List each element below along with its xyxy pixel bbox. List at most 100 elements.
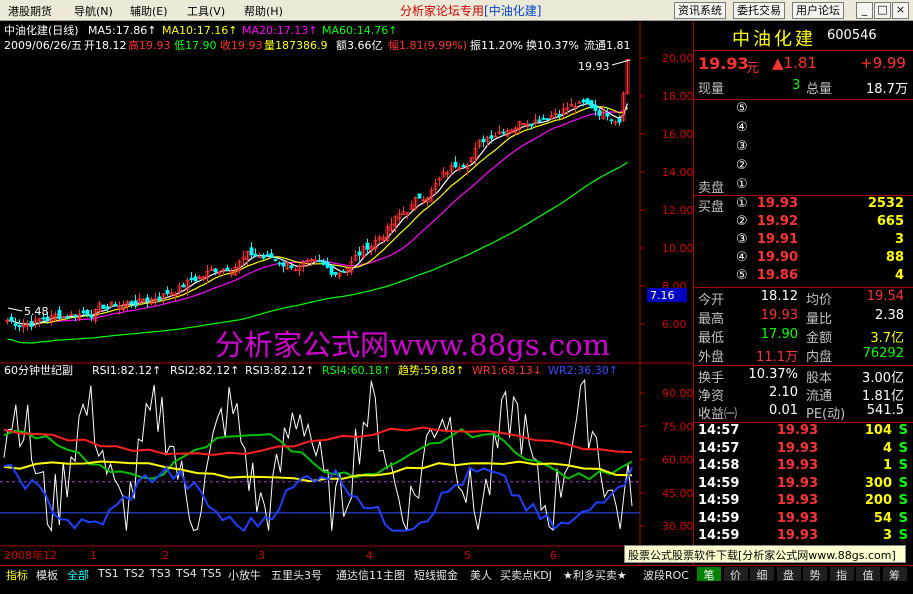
zongliang-label: 总量 xyxy=(806,82,833,97)
panel-tab[interactable]: 指 xyxy=(829,567,854,582)
tick-volume: 54 xyxy=(873,510,892,526)
header-amplitude: 振11.20% xyxy=(470,38,523,52)
header-high: 高19.93 xyxy=(128,38,171,52)
panel-tab[interactable]: 细 xyxy=(750,567,774,582)
candle-body xyxy=(593,104,598,111)
price-change: ▲1.81 xyxy=(772,54,817,72)
bottom-tab[interactable]: 美人 xyxy=(470,567,492,582)
ma5-label: MA5:17.86↑ xyxy=(88,24,156,37)
stat-label: 净资 xyxy=(698,389,725,404)
panel-tab[interactable]: 势 xyxy=(803,567,827,582)
sub-chart-name: 60分钟世纪副 xyxy=(4,363,73,377)
trend-label: 趋势:59.88↑ xyxy=(398,364,464,377)
panel-tab[interactable]: 价 xyxy=(723,567,748,582)
bottom-tab[interactable]: 通达信11主图 xyxy=(336,567,405,582)
candle-body xyxy=(265,254,270,257)
panel-tab[interactable]: 盘 xyxy=(776,567,801,582)
maximize-icon[interactable]: □ xyxy=(874,2,891,19)
candle-body xyxy=(249,247,254,256)
minimize-icon[interactable]: _ xyxy=(856,2,873,19)
bottom-tab[interactable]: 短线掘金 xyxy=(414,567,458,582)
buy-row: ② 19.92 665 xyxy=(694,214,913,233)
stat-label: PE(动) xyxy=(806,407,846,422)
menu-gangu[interactable]: 港股期货 xyxy=(8,3,52,19)
candle-body xyxy=(277,262,282,265)
bottom-tab[interactable]: TS4 xyxy=(176,567,197,581)
candle-body xyxy=(605,112,610,117)
trade-button[interactable]: 委托交易 xyxy=(733,2,785,19)
news-system-button[interactable]: 资讯系统 xyxy=(674,2,726,19)
ma20-label: MA20:17.13↑ xyxy=(242,24,317,37)
tick-volume: 3 xyxy=(882,528,892,543)
bottom-tab[interactable]: 全部 xyxy=(67,567,89,582)
time-axis-month-4: 4 xyxy=(366,549,373,562)
bottom-tab[interactable]: 买卖点KDJ xyxy=(500,567,552,582)
tick-price: 19.93 xyxy=(776,510,818,526)
menu-assist[interactable]: 辅助(E) xyxy=(130,3,168,19)
panel-tab[interactable]: 值 xyxy=(856,567,880,582)
stat-value: 1.81亿 xyxy=(862,389,904,404)
time-axis-year: 2008年12 xyxy=(4,548,57,562)
bottom-tab[interactable]: 波段ROC xyxy=(643,567,689,582)
window-title: 分析家论坛专用[中油化建] xyxy=(400,4,542,18)
candle-body xyxy=(341,270,346,273)
bottom-tab[interactable]: 指标 xyxy=(6,567,28,582)
sell-row: ② xyxy=(694,158,913,177)
ad-bar[interactable]: 股票公式股票软件下载[分析家公式网www.88gs.com] xyxy=(624,545,906,563)
header-range: 幅1.81(9.99%) xyxy=(388,39,467,52)
sub-tick-label: 45.00 xyxy=(662,487,693,500)
menu-tools[interactable]: 工具(V) xyxy=(187,3,225,19)
price-pct: +9.99 xyxy=(860,54,906,72)
bottom-tab[interactable]: TS1 xyxy=(98,567,119,581)
header-low: 低17.90 xyxy=(174,39,217,52)
tick-row: 14:57 19.93 104 S xyxy=(694,423,913,442)
buy-volume: 2532 xyxy=(867,196,904,211)
stat-label: 内盘 xyxy=(806,350,833,365)
header-open: 开18.12 xyxy=(84,39,127,52)
panel-tab[interactable]: 筹 xyxy=(882,567,907,582)
tick-row: 14:58 19.93 1 S xyxy=(694,458,913,477)
bottom-tab[interactable]: TS3 xyxy=(150,567,171,581)
candle-body xyxy=(17,325,22,328)
bottom-tab[interactable]: 模板 xyxy=(36,567,58,582)
bottom-tab[interactable]: ★利多买卖★ xyxy=(563,567,627,582)
chart-name: 中油化建(日线) xyxy=(4,23,79,37)
menu-help[interactable]: 帮助(H) xyxy=(244,3,283,19)
candle-body xyxy=(325,261,330,268)
stat-label: 换手 xyxy=(698,371,725,386)
time-axis-month-2: 2 xyxy=(162,549,169,562)
stat-value: 3.00亿 xyxy=(862,371,904,386)
tick-side: S xyxy=(898,510,908,526)
menu-navigate[interactable]: 导航(N) xyxy=(74,3,113,19)
candle-body xyxy=(281,262,286,267)
stat-value: 0.01 xyxy=(769,403,798,418)
forum-button[interactable]: 用户论坛 xyxy=(792,2,844,19)
bottom-tab[interactable]: TS5 xyxy=(201,567,222,581)
tick-side: S xyxy=(898,493,908,508)
chart-area[interactable]: 20.0018.0016.0014.0012.0010.008.006.0090… xyxy=(0,22,693,567)
high-annotation: 19.93 xyxy=(578,60,610,73)
panel-tab[interactable]: 笔 xyxy=(697,567,721,582)
tick-time: 14:59 xyxy=(698,493,740,508)
bottom-tab[interactable]: 小放牛 xyxy=(228,567,261,582)
buy-level-label: ⑤ xyxy=(736,268,748,283)
sub-tick-label: 30.00 xyxy=(662,520,693,533)
tick-side: S xyxy=(898,475,908,491)
stock-code: 600546 xyxy=(827,28,877,43)
candle-body xyxy=(581,99,586,103)
candle-body xyxy=(321,261,326,265)
candle-body xyxy=(329,265,334,275)
close-icon[interactable]: × xyxy=(892,2,909,19)
sell-level-label: ④ xyxy=(736,120,748,135)
menu-bar: 港股期货 导航(N) 辅助(E) 工具(V) 帮助(H) 分析家论坛专用[中油化… xyxy=(0,0,913,21)
sell-level-label: ⑤ xyxy=(736,101,748,116)
price-unit: 元 xyxy=(746,61,760,76)
stat-label: 均价 xyxy=(806,293,833,308)
stat-label: 股本 xyxy=(806,371,833,386)
candle-body xyxy=(453,161,458,168)
candle-body xyxy=(29,320,34,327)
bottom-tab[interactable]: TS2 xyxy=(124,567,145,581)
candle-body xyxy=(89,315,94,318)
bottom-tab[interactable]: 五里头3号 xyxy=(271,567,322,582)
stat-row: 最低 17.90 金额 3.7亿 xyxy=(694,327,913,346)
